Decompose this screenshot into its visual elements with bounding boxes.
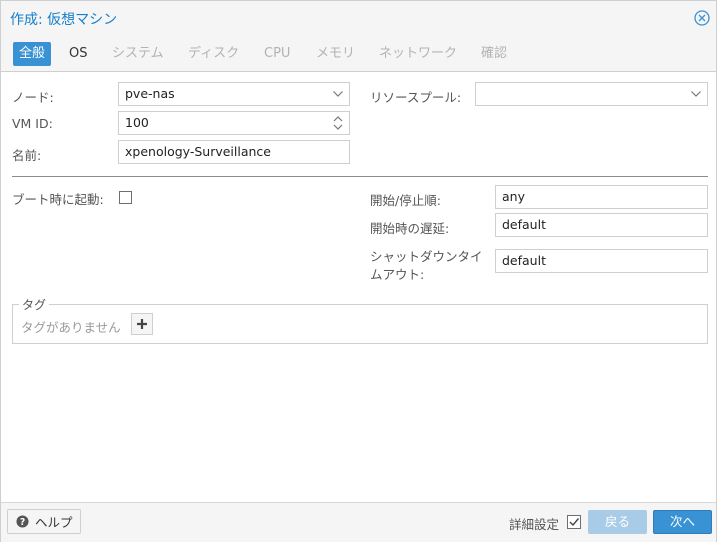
node-value: pve-nas [125, 86, 175, 101]
start-order-input[interactable]: any [495, 185, 708, 209]
advanced-checkbox[interactable] [567, 515, 581, 529]
resource-pool-select[interactable] [475, 82, 708, 106]
node-label: ノード: [12, 90, 54, 105]
wizard-tabs: 全般 OS システム ディスク CPU メモリ ネットワーク 確認 [1, 35, 716, 72]
chevron-down-icon[interactable] [327, 83, 349, 105]
tab-cpu: CPU [264, 46, 291, 61]
add-tag-button[interactable] [131, 313, 153, 335]
startup-delay-input[interactable]: default [495, 213, 708, 237]
section-divider [12, 176, 708, 177]
spinner-arrows-icon[interactable] [327, 112, 349, 134]
tab-general[interactable]: 全般 [13, 42, 52, 66]
chevron-down-icon[interactable] [685, 83, 707, 105]
start-order-value: any [502, 189, 525, 204]
resource-pool-label: リソースプール: [370, 90, 462, 105]
shutdown-timeout-value: default [502, 253, 546, 268]
tab-disk: ディスク [188, 46, 240, 61]
back-button[interactable]: 戻る [588, 510, 647, 534]
tab-network: ネットワーク [379, 46, 458, 61]
plus-icon [137, 319, 147, 329]
tags-legend: タグ [19, 296, 50, 313]
tags-empty-text: タグがありません [21, 320, 121, 335]
checkmark-icon [569, 518, 580, 527]
dialog-footer: ? ヘルプ 詳細設定 戻る 次へ [1, 502, 716, 542]
create-vm-dialog: 作成: 仮想マシン 全般 OS システム ディスク CPU メモリ ネットワーク… [0, 0, 717, 542]
name-label: 名前: [12, 148, 42, 163]
svg-text:?: ? [20, 517, 25, 528]
tab-os[interactable]: OS [69, 42, 87, 66]
dialog-titlebar: 作成: 仮想マシン [1, 1, 716, 35]
help-button[interactable]: ? ヘルプ [7, 509, 81, 534]
close-icon[interactable] [694, 10, 710, 26]
tab-memory: メモリ [316, 46, 356, 61]
startup-delay-label: 開始時の遅延: [370, 221, 450, 236]
name-input[interactable]: xpenology-Surveillance [118, 140, 350, 164]
shutdown-timeout-input[interactable]: default [495, 249, 708, 273]
node-select[interactable]: pve-nas [118, 82, 350, 106]
vmid-value: 100 [125, 115, 149, 130]
tab-confirm: 確認 [481, 46, 508, 61]
start-order-label: 開始/停止順: [370, 193, 441, 208]
start-at-boot-label: ブート時に起動: [12, 192, 104, 207]
start-at-boot-checkbox[interactable] [119, 191, 132, 204]
shutdown-timeout-label-line2: ムアウト: [370, 267, 425, 282]
dialog-title: 作成: 仮想マシン [10, 12, 118, 28]
shutdown-timeout-label-line1: シャットダウンタイ [370, 249, 483, 264]
help-label: ヘルプ [35, 515, 73, 530]
tab-system: システム [112, 46, 164, 61]
vmid-label: VM ID: [12, 116, 53, 131]
question-circle-icon: ? [16, 515, 29, 528]
name-value: xpenology-Surveillance [125, 144, 271, 159]
next-button[interactable]: 次へ [653, 510, 712, 534]
startup-delay-value: default [502, 217, 546, 232]
advanced-label: 詳細設定 [509, 517, 560, 532]
vmid-spinner[interactable]: 100 [118, 111, 350, 135]
